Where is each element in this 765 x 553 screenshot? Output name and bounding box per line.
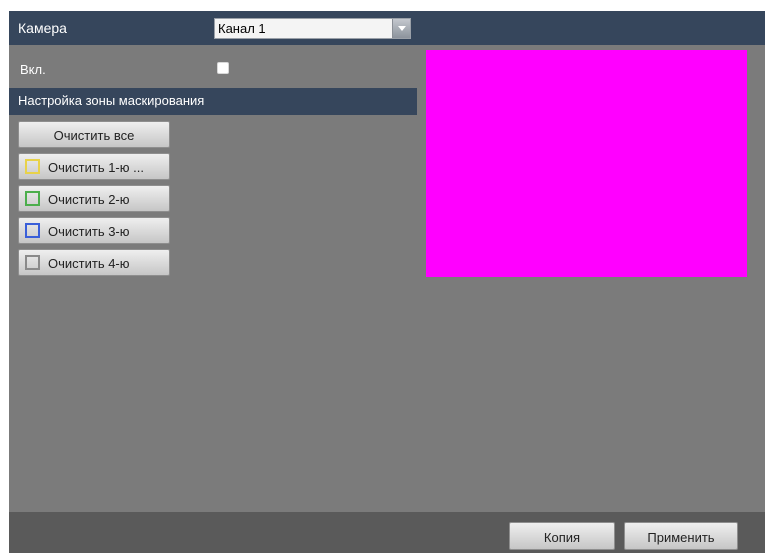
mask-area-section-header: Настройка зоны маскирования: [9, 88, 417, 115]
clear-all-label: Очистить все: [53, 128, 135, 143]
channel-select-value: Канал 1: [218, 21, 266, 36]
clear-area-1-button[interactable]: Очистить 1-ю ...: [18, 153, 170, 180]
area-3-color-swatch-icon: [25, 223, 40, 238]
footer-bar: Копия Применить: [9, 512, 765, 553]
channel-select[interactable]: Канал 1: [214, 18, 411, 39]
area-2-color-swatch-icon: [25, 191, 40, 206]
apply-button[interactable]: Применить: [624, 522, 738, 550]
clear-area-3-button[interactable]: Очистить 3-ю: [18, 217, 170, 244]
area-1-color-swatch-icon: [25, 159, 40, 174]
clear-all-button[interactable]: Очистить все: [18, 121, 170, 148]
copy-button[interactable]: Копия: [509, 522, 615, 550]
clear-area-3-label: Очистить 3-ю: [48, 224, 130, 239]
clear-area-2-label: Очистить 2-ю: [48, 192, 130, 207]
camera-label: Камера: [18, 20, 67, 36]
chevron-down-icon[interactable]: [392, 19, 410, 38]
section-title: Настройка зоны маскирования: [18, 93, 205, 108]
area-4-color-swatch-icon: [25, 255, 40, 270]
copy-button-label: Копия: [543, 530, 581, 545]
privacy-mask-settings-window: Камера Канал 1 Вкл. Настройка зоны маски…: [9, 11, 765, 553]
enable-label: Вкл.: [20, 62, 46, 77]
clear-area-4-button[interactable]: Очистить 4-ю: [18, 249, 170, 276]
clear-area-4-label: Очистить 4-ю: [48, 256, 130, 271]
enable-checkbox[interactable]: [217, 62, 229, 74]
apply-button-label: Применить: [647, 530, 715, 545]
clear-area-2-button[interactable]: Очистить 2-ю: [18, 185, 170, 212]
camera-preview-area[interactable]: [426, 50, 747, 277]
camera-header-bar: Камера Канал 1: [9, 11, 765, 45]
clear-area-1-label: Очистить 1-ю ...: [48, 160, 144, 175]
